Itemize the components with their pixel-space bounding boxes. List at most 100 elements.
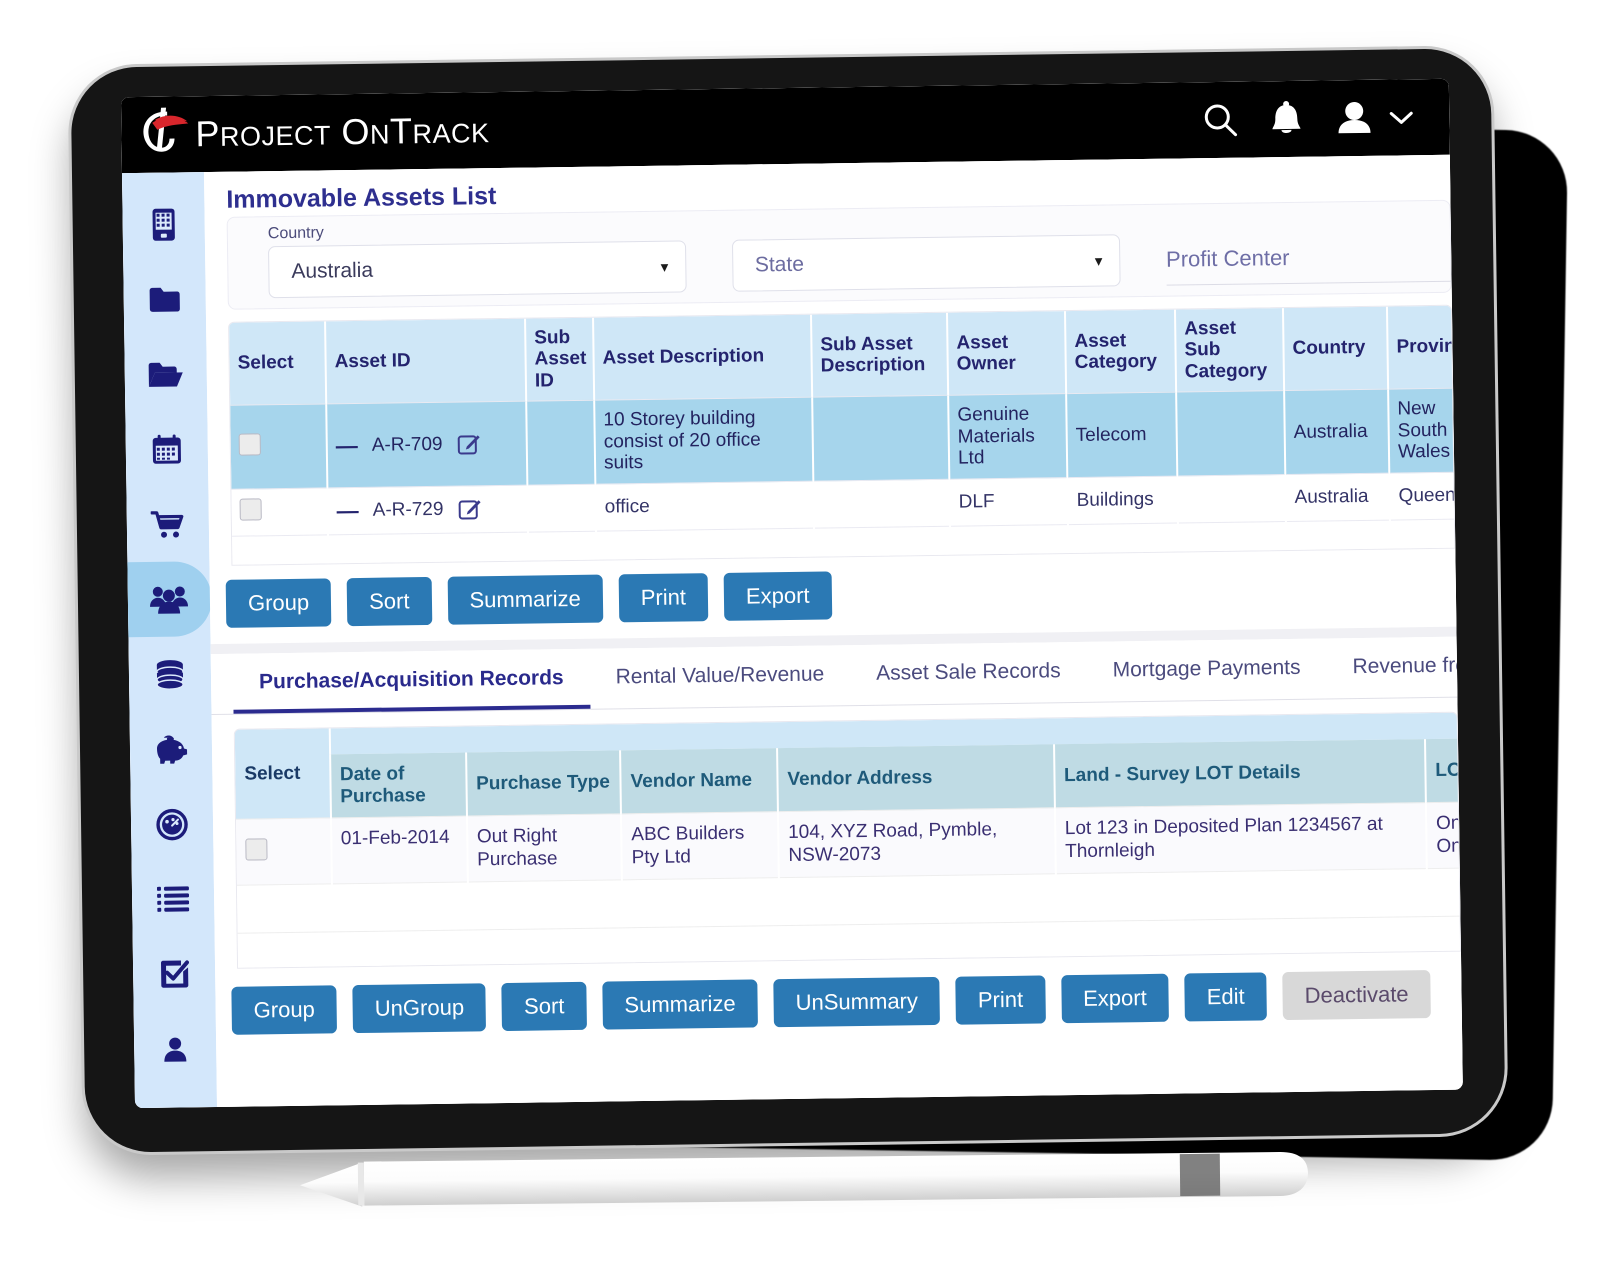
col-asset-id[interactable]: Asset ID (325, 318, 527, 404)
summarize-button[interactable]: Summarize (447, 574, 604, 625)
group-button[interactable]: Group (225, 578, 332, 628)
col-vendor-address[interactable]: Vendor Address (776, 743, 1055, 813)
user-avatar-icon[interactable] (1333, 99, 1376, 138)
country-select-value: Australia (291, 258, 374, 283)
sidebar-item-schedule[interactable] (125, 411, 208, 487)
country-select[interactable]: Australia ▼ (268, 240, 687, 299)
stylus-pencil (300, 1141, 1311, 1216)
gauge-icon (156, 808, 188, 840)
tab-asset-sale-records[interactable]: Asset Sale Records (850, 642, 1087, 705)
tab-mortgage-payments[interactable]: Mortgage Payments (1086, 638, 1327, 701)
export-button[interactable]: Export (1060, 973, 1170, 1023)
sort-button[interactable]: Sort (346, 576, 432, 626)
list-icon (156, 885, 190, 913)
purchase-table-container: Select Date of Purchase Purchase Type Ve… (233, 711, 1461, 969)
tab-purchase-acquisition-records[interactable]: Purchase/Acquisition Records (232, 648, 591, 714)
row-checkbox[interactable] (239, 498, 262, 521)
row-sub-asset-description-cell (812, 395, 950, 482)
main-content: Immovable Assets List Country Australia … (203, 154, 1463, 1108)
deactivate-button[interactable]: Deactivate (1282, 969, 1431, 1020)
col-asset-owner[interactable]: Asset Owner (946, 311, 1067, 396)
asset-id-value: A-R-729 (372, 499, 444, 522)
left-sidebar (121, 172, 218, 1109)
unsummary-button[interactable]: UnSummary (773, 976, 941, 1027)
sidebar-item-documents[interactable] (124, 336, 207, 412)
row-asset-id-cell: — A-R-729 (327, 485, 529, 536)
sidebar-item-assets[interactable] (125, 561, 213, 638)
sidebar-item-performance[interactable] (131, 786, 214, 862)
user-icon (161, 1035, 189, 1063)
bell-icon[interactable] (1269, 100, 1304, 138)
sidebar-item-projects[interactable] (123, 261, 206, 337)
sidebar-item-procurement[interactable] (126, 486, 209, 562)
summarize-button[interactable]: Summarize (602, 979, 759, 1030)
row-date-of-purchase-cell: 01-Feb-2014 (330, 816, 468, 885)
col-lot-identification-details[interactable]: LOT Identification Details (1424, 734, 1461, 803)
building-icon (148, 207, 178, 241)
scene: PROJECT ONTRACK Immovable Assets List Co… (0, 0, 1602, 1275)
col-province[interactable]: Province (1386, 305, 1456, 389)
checklist-icon (159, 959, 189, 989)
sidebar-item-tasks[interactable] (133, 936, 216, 1012)
sidebar-item-finance[interactable] (128, 636, 211, 712)
row-asset-description-cell: office (595, 481, 814, 532)
col-vendor-name[interactable]: Vendor Name (620, 747, 778, 815)
tab-rental-value-revenue[interactable]: Rental Value/Revenue (589, 645, 850, 709)
edit-icon[interactable] (456, 432, 480, 456)
profit-center-field[interactable]: Profit Center (1165, 229, 1451, 286)
sort-button[interactable]: Sort (501, 981, 587, 1031)
row-vendor-address-cell: 104, XYZ Road, Pymble, NSW-2073 (777, 808, 1056, 878)
filters-panel: Country Australia ▼ State ▼ Profit Cente… (226, 199, 1452, 310)
print-button[interactable]: Print (955, 975, 1046, 1025)
col-select[interactable]: Select (229, 321, 327, 406)
group-button[interactable]: Group (231, 985, 338, 1035)
purchase-action-bar: Group UnGroup Sort Summarize UnSummary P… (215, 951, 1462, 1050)
row-asset-sub-category-cell (1176, 390, 1286, 477)
database-coins-icon (154, 658, 186, 690)
row-province-cell: Queensland (1389, 471, 1456, 521)
col-select[interactable]: Select (234, 728, 331, 820)
edit-icon[interactable] (457, 498, 481, 522)
row-asset-description-cell: 10 Storey building consist of 20 office … (594, 396, 814, 485)
col-sub-asset-description[interactable]: Sub Asset Description (811, 312, 949, 397)
row-sub-asset-id-cell (526, 399, 596, 486)
col-land-survey-lot-details[interactable]: Land - Survey LOT Details (1053, 738, 1426, 809)
row-lot-identification-cell: On the East the Morgan DP 201, On the (1425, 798, 1461, 869)
row-sub-asset-description-cell (813, 479, 950, 529)
row-asset-owner-cell: DLF (949, 477, 1068, 527)
header-spacer (489, 120, 1201, 130)
collapse-icon[interactable]: — (336, 433, 358, 458)
col-date-of-purchase[interactable]: Date of Purchase (329, 752, 467, 819)
col-purchase-type[interactable]: Purchase Type (465, 750, 622, 817)
sidebar-item-budget[interactable] (129, 711, 212, 787)
collapse-icon[interactable]: — (337, 498, 359, 523)
row-checkbox[interactable] (238, 432, 261, 456)
row-purchase-type-cell: Out Right Purchase (466, 814, 622, 883)
row-checkbox[interactable] (245, 837, 268, 861)
sidebar-item-reports[interactable] (132, 861, 215, 937)
tab-revenue-from-asset[interactable]: Revenue from Asset (1326, 635, 1463, 698)
edit-button[interactable]: Edit (1184, 972, 1267, 1022)
col-asset-category[interactable]: Asset Category (1064, 309, 1177, 394)
col-country[interactable]: Country (1282, 306, 1389, 391)
sidebar-item-properties[interactable] (122, 186, 205, 262)
chevron-down-icon[interactable] (1387, 107, 1415, 127)
row-sub-asset-id-cell (527, 484, 597, 533)
folder-open-icon (147, 359, 185, 390)
row-select-cell (236, 818, 332, 886)
col-asset-sub-category[interactable]: Asset Sub Category (1174, 308, 1285, 392)
print-button[interactable]: Print (618, 572, 709, 623)
col-asset-description[interactable]: Asset Description (593, 314, 813, 400)
sidebar-item-profile[interactable] (134, 1011, 217, 1087)
state-select[interactable]: State ▼ (731, 234, 1121, 292)
row-province-cell: New South Wales (1388, 387, 1456, 474)
export-button[interactable]: Export (723, 571, 832, 621)
row-asset-sub-category-cell (1177, 474, 1286, 524)
row-asset-category-cell: Telecom (1066, 391, 1178, 478)
folder-closed-icon (148, 285, 182, 313)
col-sub-asset-id[interactable]: Sub Asset ID (525, 317, 595, 401)
ungroup-button[interactable]: UnGroup (352, 982, 487, 1033)
piggy-bank-icon (153, 734, 189, 764)
brand-logo[interactable]: PROJECT ONTRACK (139, 101, 490, 164)
search-icon[interactable] (1201, 101, 1240, 140)
